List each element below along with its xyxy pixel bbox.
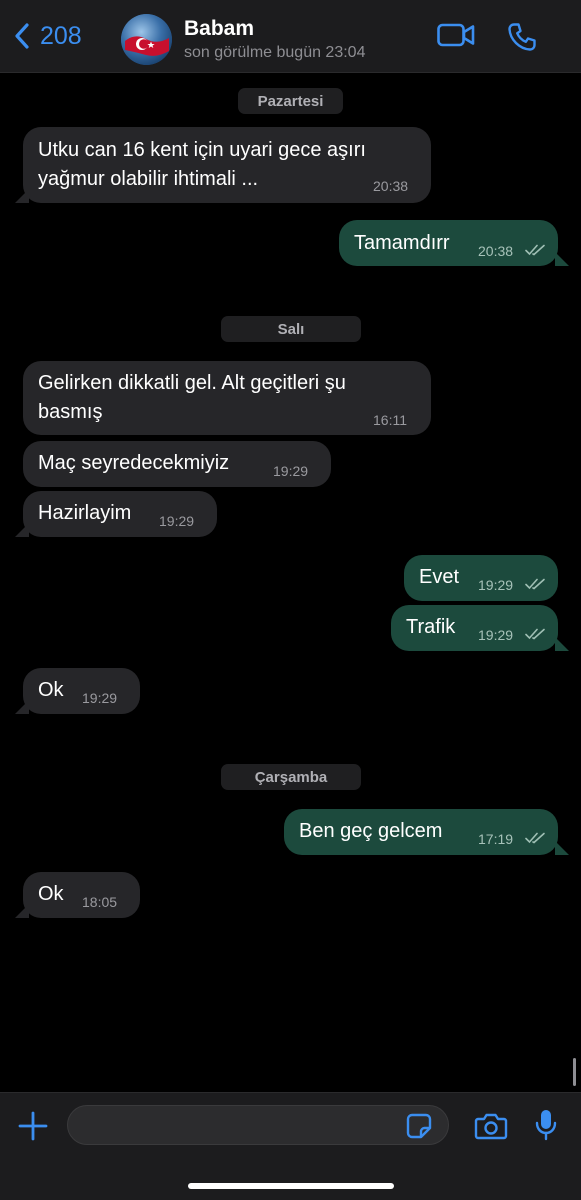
date-separator-sali: Salı xyxy=(221,316,361,342)
message-time: 19:29 xyxy=(159,513,195,529)
voice-call-button[interactable] xyxy=(507,22,537,57)
message-text-line: Ok xyxy=(38,883,64,905)
bubble-tail xyxy=(555,637,569,651)
message-text-line: Ben geç gelcem xyxy=(299,820,443,842)
chat-header: 208 Babam son görülme bugün 23:04 xyxy=(0,0,581,73)
message-time: 19:29 xyxy=(273,463,309,479)
bubble-tail xyxy=(555,252,569,266)
message-text-line: yağmur olabilir ihtimali ... xyxy=(38,168,259,190)
message-text-line: basmış xyxy=(38,401,103,423)
message-text-line: Evet xyxy=(419,566,460,588)
date-separator-pazartesi: Pazartesi xyxy=(238,88,343,114)
bubble-tail xyxy=(555,841,569,855)
message-incoming[interactable]: Gelirken dikkatli gel. Alt geçitleri şu … xyxy=(23,361,431,435)
message-text-line: Tamamdırr xyxy=(354,232,450,254)
message-time: 18:05 xyxy=(82,894,118,910)
phone-icon xyxy=(508,23,536,51)
microphone-icon xyxy=(535,1110,557,1141)
sticker-button[interactable] xyxy=(405,1112,433,1145)
message-time: 19:29 xyxy=(82,690,118,706)
double-check-icon xyxy=(525,244,545,256)
home-indicator[interactable] xyxy=(188,1183,394,1189)
message-outgoing[interactable]: Trafik 19:29 xyxy=(391,605,558,651)
plus-icon xyxy=(18,1111,48,1141)
video-call-button[interactable] xyxy=(437,22,475,53)
message-outgoing[interactable]: Ben geç gelcem 17:19 xyxy=(284,809,558,855)
message-outgoing[interactable]: Evet 19:29 xyxy=(404,555,558,601)
avatar[interactable] xyxy=(121,14,172,65)
double-check-icon xyxy=(525,578,545,590)
message-incoming[interactable]: Ok 18:05 xyxy=(23,872,140,918)
chevron-left-icon xyxy=(15,23,29,49)
message-time: 17:19 xyxy=(478,831,514,847)
contact-name[interactable]: Babam xyxy=(184,17,254,41)
avatar-flag-image xyxy=(121,14,172,65)
chat-screen: 208 Babam son görülme bugün 23:04 Pazart… xyxy=(0,0,581,1200)
date-separator-carsamba: Çarşamba xyxy=(221,764,361,790)
last-seen-status: son görülme bugün 23:04 xyxy=(184,44,366,61)
attach-button[interactable] xyxy=(17,1110,49,1147)
message-text-line: Trafik xyxy=(406,616,456,638)
double-check-icon xyxy=(525,832,545,844)
message-incoming[interactable]: Utku can 16 kent için uyari gece aşırı y… xyxy=(23,127,431,203)
video-camera-icon xyxy=(437,23,475,47)
back-button[interactable]: 208 xyxy=(14,22,82,50)
message-time: 19:29 xyxy=(478,627,514,643)
message-text-line: Hazirlayim xyxy=(38,502,132,524)
unread-count: 208 xyxy=(40,21,82,50)
message-outgoing[interactable]: Tamamdırr 20:38 xyxy=(339,220,558,266)
camera-button[interactable] xyxy=(474,1112,508,1145)
message-incoming[interactable]: Ok 19:29 xyxy=(23,668,140,714)
message-text-line: Ok xyxy=(38,679,64,701)
double-check-icon xyxy=(525,628,545,640)
message-incoming[interactable]: Hazirlayim 19:29 xyxy=(23,491,217,537)
scroll-indicator[interactable] xyxy=(573,1058,576,1086)
message-time: 20:38 xyxy=(373,178,409,194)
voice-message-button[interactable] xyxy=(534,1108,558,1147)
message-text-line: Maç seyredecekmiyiz xyxy=(38,452,230,474)
message-incoming[interactable]: Maç seyredecekmiyiz 19:29 xyxy=(23,441,331,487)
message-time: 20:38 xyxy=(478,243,514,259)
message-text-line: Gelirken dikkatli gel. Alt geçitleri şu xyxy=(38,372,346,394)
bubble-tail xyxy=(15,189,29,203)
sticker-icon xyxy=(406,1113,432,1139)
camera-icon xyxy=(474,1113,508,1140)
message-time: 16:11 xyxy=(373,412,407,428)
message-time: 19:29 xyxy=(478,577,514,593)
message-input[interactable] xyxy=(67,1105,449,1145)
message-text-line: Utku can 16 kent için uyari gece aşırı xyxy=(38,139,366,161)
